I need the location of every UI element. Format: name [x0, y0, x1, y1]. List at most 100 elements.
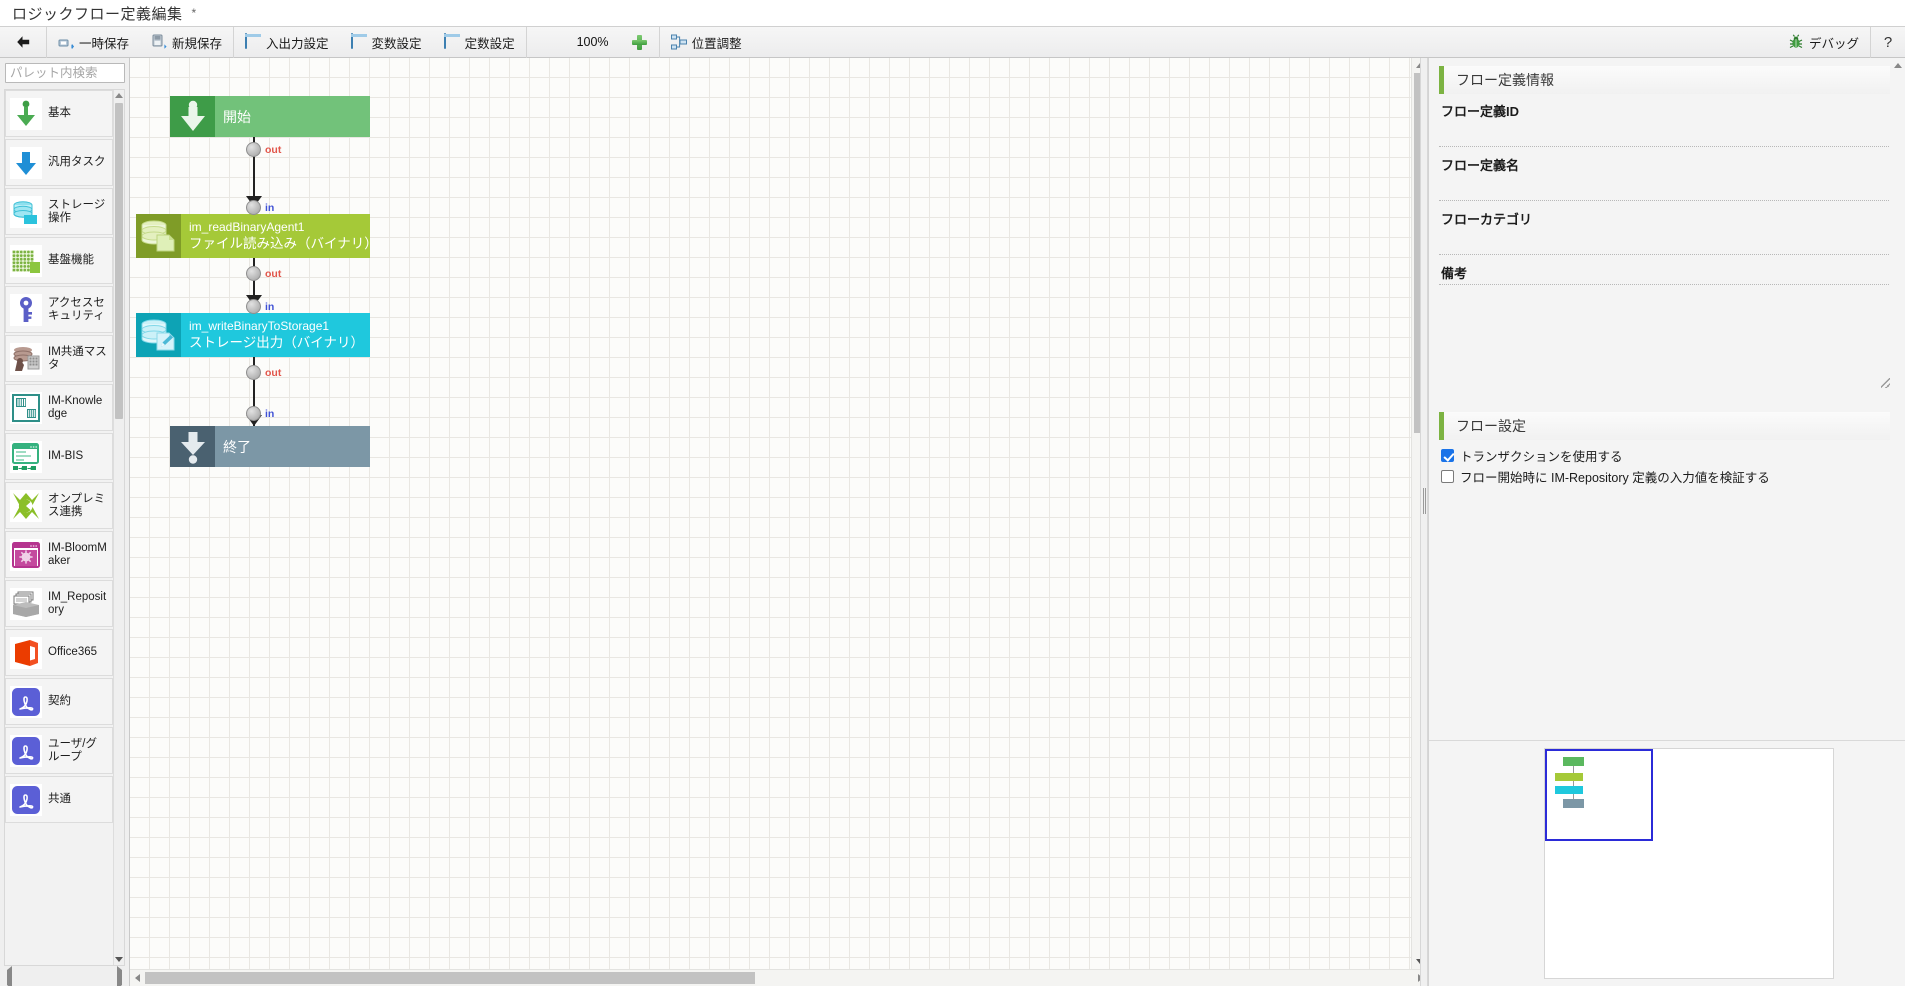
new-save-label: 新規保存	[172, 36, 223, 51]
palette-item-5[interactable]: アクセスセキュリティ	[5, 286, 113, 333]
port-out[interactable]	[246, 142, 261, 157]
flow-info-header-label: フロー定義情報	[1456, 72, 1554, 88]
use-transaction-checkbox-icon[interactable]	[1441, 449, 1454, 462]
window-icon	[350, 33, 367, 50]
palette-hscroll-left-arrow[interactable]	[7, 965, 12, 986]
palette-item-13[interactable]: 契約	[5, 678, 113, 725]
palette-item-2[interactable]: 汎用タスク	[5, 139, 113, 186]
flow-node-end[interactable]: 終了	[170, 426, 370, 467]
flow-canvas[interactable]: out in out in out in 開始 im_readBinaryAgent1 ファイ…	[130, 58, 1411, 969]
checkbox-use-transaction[interactable]: トランザクションを使用する	[1439, 445, 1893, 466]
properties-scroll-up-arrow[interactable]	[1890, 58, 1905, 72]
field-remarks: 備考	[1439, 261, 1893, 388]
zoom-out-button[interactable]	[527, 27, 567, 58]
properties-panel: フロー定義情報 フロー定義ID フロー定義名 フローカテゴリ 備考 フロー設定 …	[1428, 58, 1905, 986]
palette-search-container	[0, 58, 129, 87]
palette-item-4[interactable]: 基盤機能	[5, 237, 113, 284]
onpremise-star-icon	[10, 489, 42, 522]
palette-horizontal-scrollbar[interactable]	[4, 965, 125, 986]
temp-save-button[interactable]: 一時保存	[47, 27, 140, 58]
minimap-viewport-rect[interactable]	[1545, 749, 1653, 841]
port-label-out: out	[265, 367, 282, 379]
io-settings-button[interactable]: 入出力設定	[234, 27, 340, 58]
palette-item-10[interactable]: IM-BloomMaker	[5, 531, 113, 578]
remarks-textarea[interactable]	[1439, 285, 1893, 375]
flow-canvas-area: out in out in out in 開始 im_readBinaryAgent1 ファイ…	[130, 58, 1428, 986]
flow-definition-id-input[interactable]	[1439, 122, 1893, 147]
green-dots-grid-icon	[10, 244, 42, 277]
palette-item-7[interactable]: IM-Knowledge	[5, 384, 113, 431]
palette-item-15[interactable]: 共通	[5, 776, 113, 823]
field-flow-definition-id: フロー定義ID	[1439, 99, 1893, 147]
palette-item-11[interactable]: IM_Repository	[5, 580, 113, 627]
palette-scroll-down-arrow[interactable]	[114, 954, 124, 965]
port-in[interactable]	[246, 299, 261, 314]
port-out[interactable]	[246, 266, 261, 281]
port-label-in: in	[265, 301, 275, 313]
toolbar-right-group: デバッグ ?	[1777, 26, 1905, 58]
palette-item-3[interactable]: ストレージ操作	[5, 188, 113, 235]
flow-node-write[interactable]: im_writeBinaryToStorage1 ストレージ出力（バイナリ）	[136, 313, 370, 357]
palette-item-6[interactable]: IM共通マスタ	[5, 335, 113, 382]
panel-splitter[interactable]	[1420, 58, 1428, 986]
flow-node-body: im_readBinaryAgent1 ファイル読み込み（バイナリ）	[181, 214, 378, 258]
pdf-icon	[10, 783, 42, 816]
flow-node-body: 終了	[215, 426, 370, 467]
palette-item-14[interactable]: ユーザ/グループ	[5, 727, 113, 774]
palette-search-input[interactable]	[5, 63, 125, 83]
align-icon	[670, 34, 687, 50]
palette-item-label: IM-Knowledge	[48, 394, 103, 420]
minus-icon	[539, 34, 555, 50]
toolbar: 一時保存 新規保存 入出力設定 変数設定 定数設定 100% 位置調整 デバッグ…	[0, 26, 1905, 58]
validate-repository-checkbox-icon[interactable]	[1441, 470, 1454, 483]
port-in[interactable]	[246, 200, 261, 215]
help-button[interactable]: ?	[1871, 27, 1905, 58]
palette-scrollbar[interactable]	[113, 90, 124, 965]
align-layout-button[interactable]: 位置調整	[660, 27, 753, 58]
new-save-icon	[151, 34, 167, 50]
zoom-in-button[interactable]	[619, 27, 659, 58]
palette-hscroll-right-arrow[interactable]	[117, 965, 122, 986]
palette-scroll-up-arrow[interactable]	[114, 90, 124, 101]
flow-category-label: フローカテゴリ	[1441, 212, 1533, 227]
flow-node-body: 開始	[215, 96, 370, 137]
palette-item-8[interactable]: IM-BIS	[5, 433, 113, 480]
port-in[interactable]	[246, 406, 261, 421]
flow-definition-name-input[interactable]	[1439, 176, 1893, 201]
palette-item-1[interactable]: 基本	[5, 90, 113, 137]
new-save-button[interactable]: 新規保存	[140, 27, 233, 58]
splitter-grip-icon[interactable]	[1423, 488, 1427, 514]
palette-scroll-thumb[interactable]	[115, 103, 123, 419]
palette-item-label: 契約	[48, 695, 71, 707]
properties-vertical-scrollbar[interactable]	[1890, 58, 1905, 782]
palette-item-label: 共通	[48, 793, 71, 805]
plus-icon	[631, 34, 647, 50]
constant-settings-button[interactable]: 定数設定	[433, 27, 526, 58]
validate-repository-label: フロー開始時に IM-Repository 定義の入力値を検証する	[1460, 471, 1770, 485]
minimap[interactable]	[1544, 748, 1834, 979]
flow-node-id-label: im_readBinaryAgent1	[189, 219, 305, 234]
constant-settings-label: 定数設定	[464, 36, 515, 51]
db-read-icon	[136, 214, 181, 258]
canvas-hscroll-thumb[interactable]	[145, 972, 755, 984]
back-arrow-icon	[14, 33, 32, 51]
variable-settings-button[interactable]: 変数設定	[340, 27, 433, 58]
flow-node-read[interactable]: im_readBinaryAgent1 ファイル読み込み（バイナリ）	[136, 214, 378, 258]
palette-item-label: 基盤機能	[48, 254, 94, 266]
canvas-horizontal-scrollbar[interactable]	[130, 969, 1428, 986]
port-out[interactable]	[246, 365, 261, 380]
flow-node-label: ファイル読み込み（バイナリ）	[189, 235, 378, 251]
flow-node-start[interactable]: 開始	[170, 96, 370, 137]
palette-item-12[interactable]: Office365	[5, 629, 113, 676]
flow-category-input[interactable]	[1439, 230, 1893, 255]
back-button[interactable]	[0, 27, 46, 58]
canvas-scroll-left-arrow[interactable]	[130, 970, 145, 986]
books-icon	[10, 391, 42, 424]
use-transaction-label: トランザクションを使用する	[1460, 450, 1623, 464]
palette-item-label: Office365	[48, 646, 98, 658]
debug-button[interactable]: デバッグ	[1777, 27, 1870, 58]
down-arrow-blue-icon	[10, 146, 42, 179]
field-flow-definition-name: フロー定義名	[1439, 153, 1893, 201]
checkbox-validate-repository-input[interactable]: フロー開始時に IM-Repository 定義の入力値を検証する	[1439, 466, 1893, 487]
palette-item-9[interactable]: オンプレミス連携	[5, 482, 113, 529]
